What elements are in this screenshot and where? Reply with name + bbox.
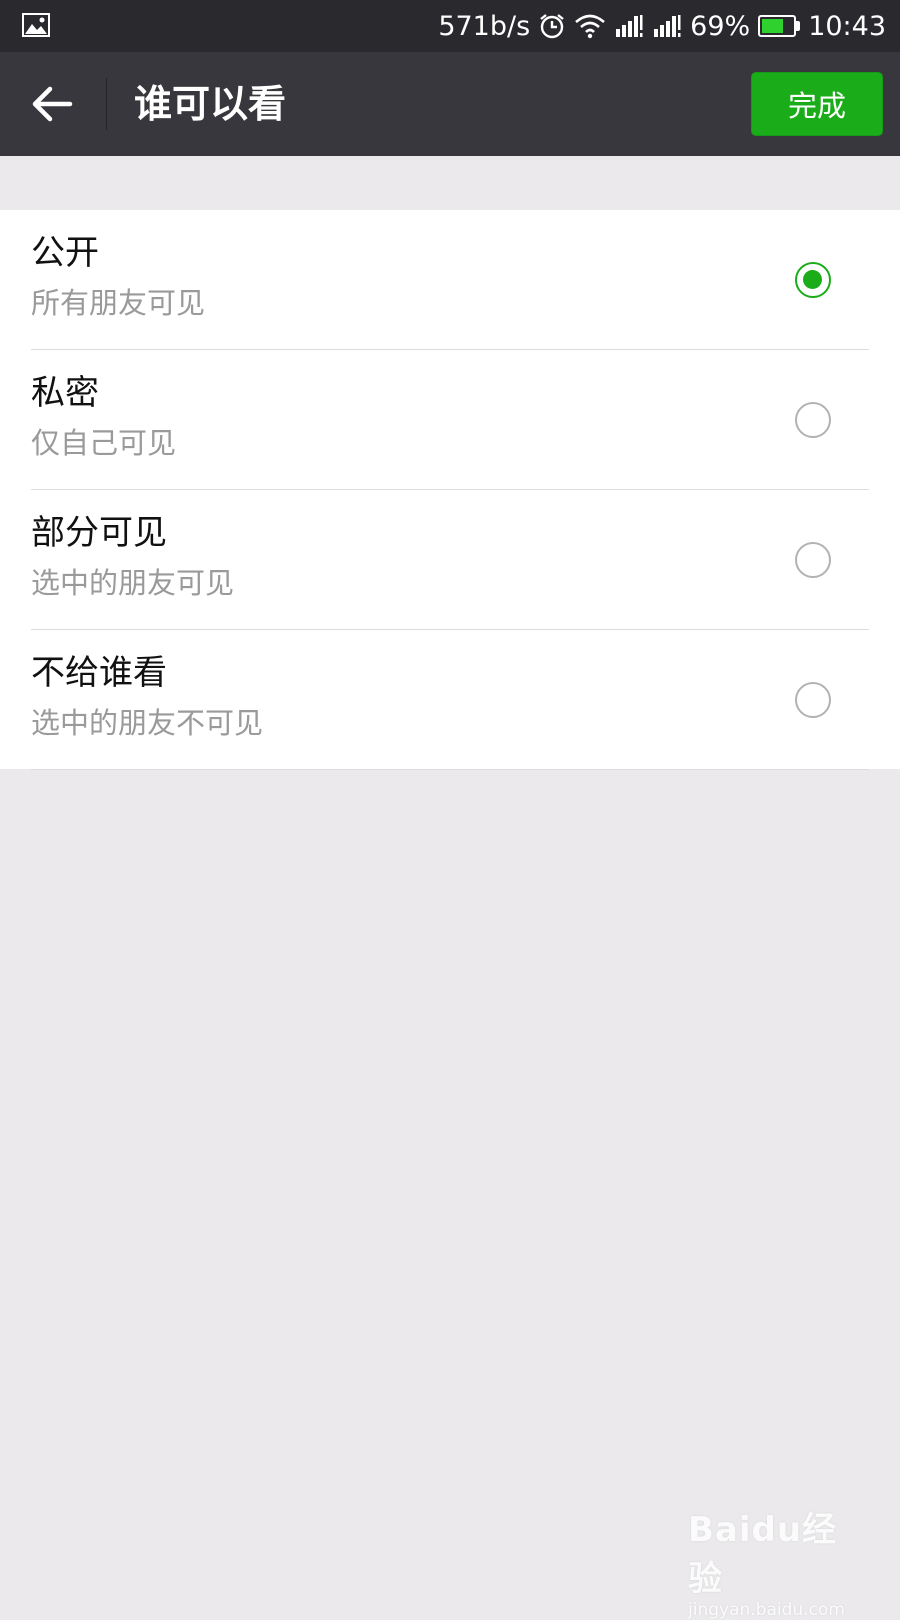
visibility-options-list: 公开 所有朋友可见 私密 仅自己可见 部分可见 选中的朋友可见 不给谁看 选中的…: [0, 210, 900, 770]
image-icon: [22, 13, 50, 37]
option-description: 所有朋友可见: [31, 286, 206, 320]
network-speed: 571b/s: [438, 10, 531, 42]
divider: [31, 769, 869, 770]
radio-button[interactable]: [795, 402, 831, 438]
clock: 10:43: [808, 10, 886, 42]
signal-icon: [616, 15, 643, 37]
option-label: 部分可见: [31, 513, 167, 553]
watermark: Baidu经验 jingyan.baidu.com: [688, 1502, 868, 1620]
app-bar: 谁可以看 完成: [0, 52, 900, 156]
alarm-icon: [540, 14, 564, 39]
watermark-brand: Baidu经验: [688, 1510, 838, 1599]
radio-button[interactable]: [795, 262, 831, 298]
option-description: 仅自己可见: [31, 426, 177, 460]
wifi-icon: [575, 14, 606, 39]
header-divider: [106, 78, 107, 130]
back-arrow-icon[interactable]: [30, 84, 74, 124]
option-partial-visible[interactable]: 部分可见 选中的朋友可见: [0, 490, 900, 630]
watermark-url: jingyan.baidu.com: [688, 1600, 845, 1620]
option-public[interactable]: 公开 所有朋友可见: [0, 210, 900, 350]
option-label: 私密: [31, 373, 99, 413]
battery-percent: 69%: [690, 10, 751, 42]
option-hide-from[interactable]: 不给谁看 选中的朋友不可见: [0, 630, 900, 770]
done-button[interactable]: 完成: [751, 72, 883, 136]
page-title: 谁可以看: [134, 82, 287, 126]
option-label: 公开: [31, 233, 99, 273]
battery-level: [762, 19, 783, 33]
option-private[interactable]: 私密 仅自己可见: [0, 350, 900, 490]
radio-button[interactable]: [795, 682, 831, 718]
battery-icon: [758, 15, 801, 37]
signal-icon: [654, 15, 681, 37]
option-label: 不给谁看: [31, 653, 167, 693]
option-description: 选中的朋友不可见: [31, 706, 264, 740]
radio-button[interactable]: [795, 542, 831, 578]
status-bar: 571b/s 69% 10:43: [0, 0, 900, 52]
option-description: 选中的朋友可见: [31, 566, 235, 600]
